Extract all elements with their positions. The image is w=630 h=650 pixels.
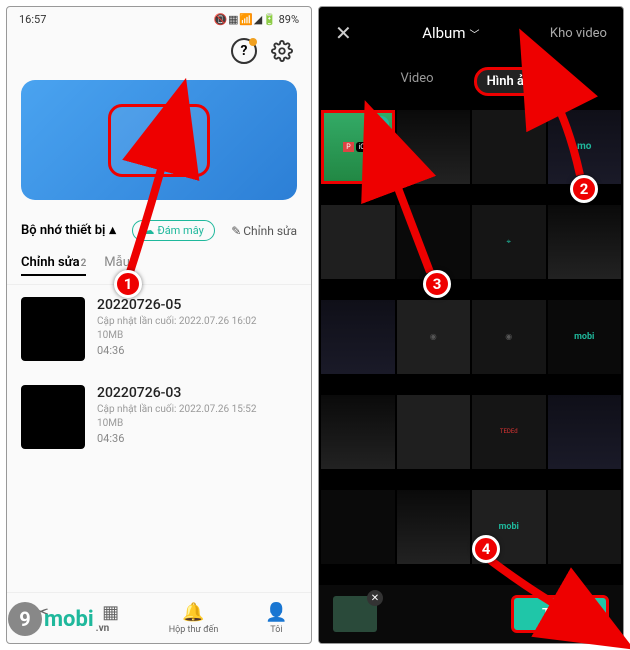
watermark-suffix: .vn [96,623,110,634]
tab-edit[interactable]: Chỉnh sửa2 [21,255,86,276]
project-updated: Cập nhật lần cuối: 2022.07.26 15:52 [97,404,257,415]
gallery-item[interactable]: TEDEd [472,395,546,469]
project-name: 20220726-05 [97,297,257,313]
album-dropdown[interactable]: Album﹀ [422,24,479,42]
project-item[interactable]: 20220726-05 Cập nhật lần cuối: 2022.07.2… [7,285,311,373]
gallery-item[interactable]: mobi [548,300,622,374]
new-project-card: + Dự án mới [21,80,297,200]
nav-me[interactable]: 👤 Tôi [265,601,287,635]
project-name: 20220726-03 [97,385,257,401]
new-project-button[interactable]: + Dự án mới [108,104,209,177]
step-badge-1: 1 [114,270,142,298]
selection-strip: ✕ Thêm [319,585,623,643]
nav-inbox[interactable]: 🔔 Hộp thư đến [169,601,219,635]
step-badge-2: 2 [570,175,598,203]
gallery-item[interactable] [548,395,622,469]
gallery-item[interactable] [397,395,471,469]
edit-link[interactable]: ✎Chỉnh sửa [231,224,297,238]
cloud-icon: ☁ [143,224,154,237]
gallery-item[interactable] [321,395,395,469]
step-badge-3: 3 [423,270,451,298]
project-size: 10MB [97,418,257,429]
tab-image[interactable]: Hình ảnh [474,67,552,96]
battery-percent: 89% [279,13,299,26]
cloud-button[interactable]: ☁Đám mây [132,220,215,241]
selected-thumbnail[interactable]: ✕ [333,596,377,632]
project-thumbnail [21,385,85,449]
gallery-item[interactable]: ⌖ [472,205,546,279]
project-thumbnail [21,297,85,361]
project-updated: Cập nhật lần cuối: 2022.07.26 16:02 [97,316,257,327]
gallery-item[interactable] [548,205,622,279]
gallery-item[interactable] [321,205,395,279]
selection-badge: 1 [373,116,389,132]
gallery-item[interactable] [472,110,546,184]
left-phone-screen: 16:57 📵 ▦ 📶 ◢ 🔋 89% ? + Dự án mới Bộ nhớ… [6,6,312,644]
pencil-icon: ✎ [231,224,241,238]
project-size: 10MB [97,330,257,341]
project-duration: 04:36 [97,344,257,357]
status-time: 16:57 [19,13,46,26]
project-list: 20220726-05 Cập nhật lần cuối: 2022.07.2… [7,285,311,592]
step-badge-4: 4 [472,535,500,563]
gallery-item[interactable] [548,490,622,564]
close-icon[interactable]: ✕ [335,21,352,45]
new-project-label: Dự án mới [129,149,188,164]
right-phone-screen: ✕ Album﹀ Kho video Video Hình ảnh P iOS … [318,6,624,644]
gallery-item[interactable]: ◉ [397,300,471,374]
stock-video-link[interactable]: Kho video [550,26,607,41]
project-duration: 04:36 [97,432,257,445]
watermark: 9 mobi .vn [8,602,109,636]
gallery-item[interactable] [397,110,471,184]
status-icons: 📵 ▦ 📶 ◢ 🔋 89% [214,13,299,26]
gallery-item[interactable] [397,490,471,564]
status-bar: 16:57 📵 ▦ 📶 ◢ 🔋 89% [7,7,311,32]
gallery-item[interactable] [397,205,471,279]
storage-label[interactable]: Bộ nhớ thiết bị▴ [21,223,116,238]
help-icon[interactable]: ? [231,38,257,64]
project-item[interactable]: 20220726-03 Cập nhật lần cuối: 2022.07.2… [7,373,311,461]
gallery-item[interactable] [321,490,395,564]
gallery-item[interactable]: mo [548,110,622,184]
settings-icon[interactable] [269,38,295,64]
gallery-item[interactable] [321,300,395,374]
add-button[interactable]: Thêm [511,595,609,633]
watermark-brand: mobi [44,607,94,632]
bell-icon: 🔔 [183,601,205,623]
chevron-down-icon: ﹀ [469,26,479,41]
gallery-item-selected[interactable]: P iOS 1 [321,110,395,184]
person-icon: 👤 [265,601,287,623]
gallery-item[interactable]: ◉ [472,300,546,374]
tab-video[interactable]: Video [390,67,443,96]
plus-icon: + [151,117,167,145]
remove-selection-icon[interactable]: ✕ [367,590,383,606]
caret-up-icon: ▴ [109,223,116,238]
watermark-nine: 9 [8,602,42,636]
